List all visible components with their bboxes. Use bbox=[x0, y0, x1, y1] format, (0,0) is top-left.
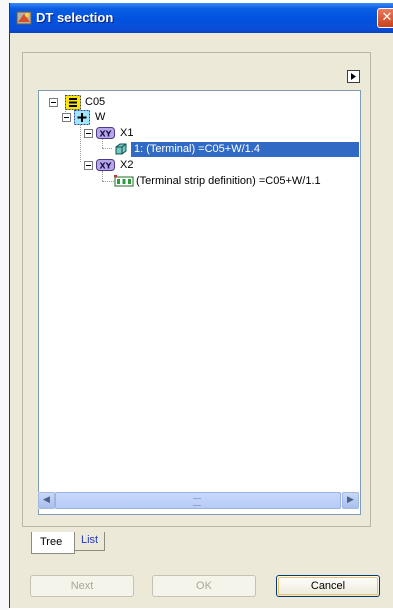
close-icon: ✕ bbox=[381, 10, 393, 25]
tree-node-terminal-strip[interactable]: (Terminal strip definition) =C05+W/1.1 bbox=[114, 174, 360, 189]
tab-tree[interactable]: Tree bbox=[31, 532, 75, 554]
tree-node-x1[interactable]: XY X1 bbox=[84, 126, 284, 141]
tree-node-label: 1: (Terminal) =C05+W/1.4 bbox=[131, 142, 359, 157]
xy-icon: XY bbox=[96, 159, 115, 171]
collapse-toggle[interactable] bbox=[84, 161, 93, 170]
tree-node-label: C05 bbox=[85, 96, 106, 108]
svg-text:XY: XY bbox=[100, 162, 112, 171]
scroll-right-button[interactable]: ▶ bbox=[342, 492, 359, 509]
tab-list[interactable]: List bbox=[75, 532, 105, 551]
arrow-right-icon: ▶ bbox=[347, 495, 354, 505]
svg-text:XY: XY bbox=[100, 130, 112, 139]
expand-panel-button[interactable] bbox=[347, 70, 360, 83]
close-button[interactable]: ✕ bbox=[377, 8, 393, 28]
triangle-right-icon bbox=[351, 73, 356, 80]
collapse-toggle[interactable] bbox=[62, 113, 71, 122]
tree-view[interactable]: C05 W XY X1 1: (Terminal) =C05+W/1.4 XY … bbox=[38, 90, 361, 515]
tree-node-x2[interactable]: XY X2 bbox=[84, 158, 284, 173]
tree-node-label: X2 bbox=[120, 159, 134, 171]
terminal-3d-icon bbox=[115, 143, 127, 155]
cancel-button-label: Cancel bbox=[310, 580, 346, 592]
window-title: DT selection bbox=[36, 10, 114, 25]
tree-connector bbox=[102, 148, 112, 149]
background-strip bbox=[0, 0, 9, 610]
app-icon bbox=[16, 11, 32, 25]
collapse-toggle[interactable] bbox=[49, 98, 58, 107]
scroll-left-button[interactable]: ◀ bbox=[38, 492, 55, 509]
tree-node-label: (Terminal strip definition) =C05+W/1.1 bbox=[136, 175, 321, 187]
xy-icon: XY bbox=[96, 127, 115, 139]
arrow-left-icon: ◀ bbox=[43, 495, 50, 505]
title-bar[interactable]: DT selection ✕ bbox=[10, 3, 393, 33]
ok-button[interactable]: OK bbox=[152, 575, 256, 597]
next-button[interactable]: Next bbox=[30, 575, 134, 597]
tree-connector bbox=[102, 181, 114, 182]
tree-node-label: X1 bbox=[120, 127, 134, 139]
yellow-list-icon bbox=[65, 95, 81, 110]
grip-icon bbox=[193, 498, 201, 506]
tree-node-c05[interactable]: C05 bbox=[47, 95, 247, 110]
tree-node-terminal[interactable]: 1: (Terminal) =C05+W/1.4 bbox=[114, 142, 360, 157]
cancel-button[interactable]: Cancel bbox=[276, 575, 380, 597]
horizontal-scrollbar[interactable]: ◀ ▶ bbox=[38, 492, 359, 509]
collapse-toggle[interactable] bbox=[84, 129, 93, 138]
blue-plus-box-icon bbox=[74, 110, 90, 125]
terminal-strip-icon bbox=[114, 175, 134, 187]
tree-node-w[interactable]: W bbox=[62, 110, 262, 125]
scroll-thumb[interactable] bbox=[55, 492, 341, 509]
tree-node-label: W bbox=[95, 111, 106, 123]
tree-connector bbox=[80, 123, 81, 162]
